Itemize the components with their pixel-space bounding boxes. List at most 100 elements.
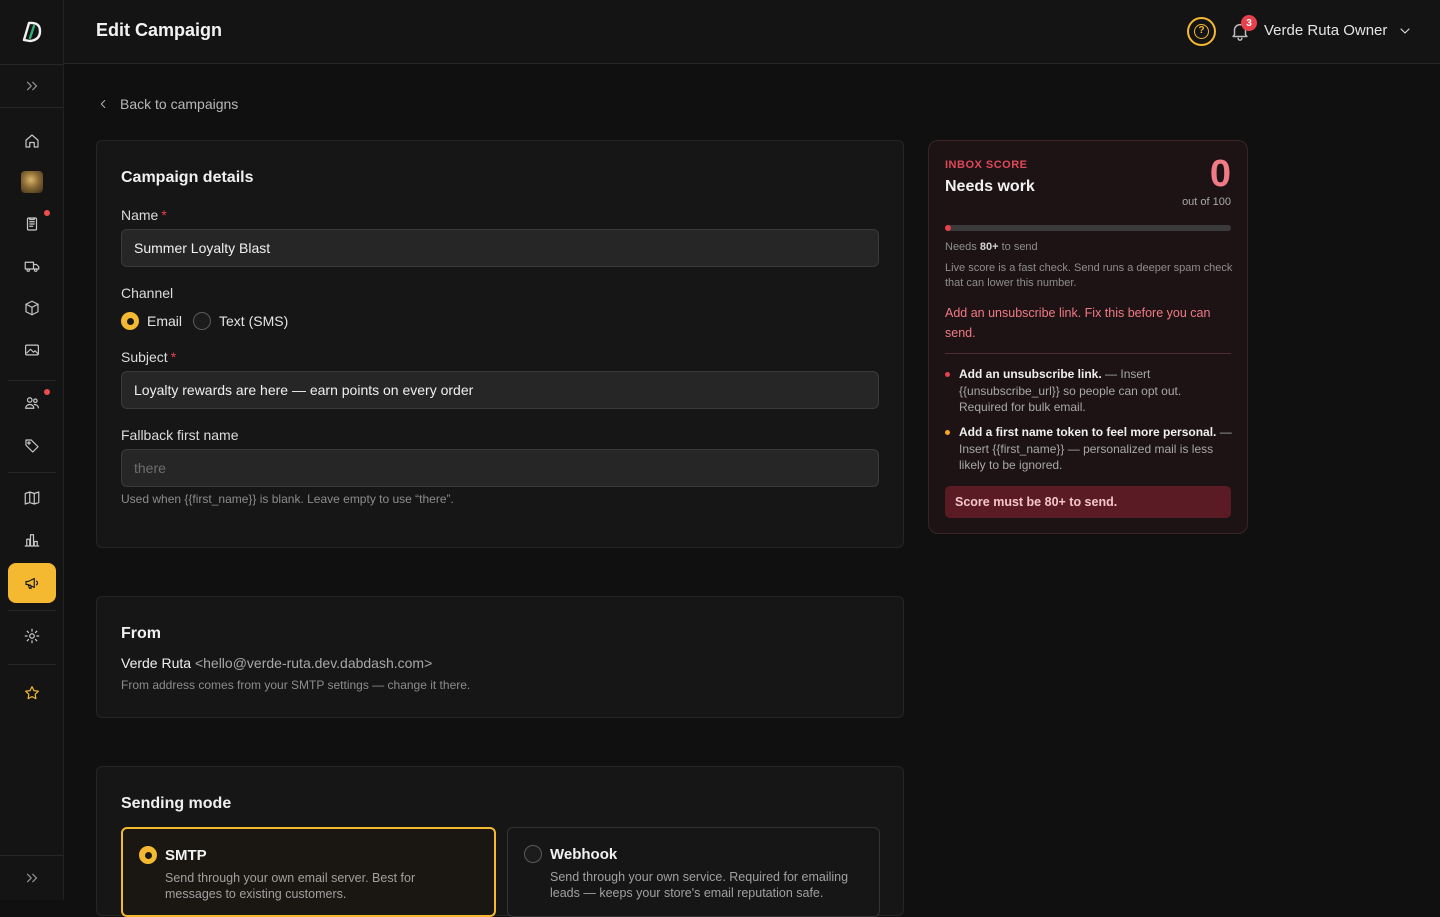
sending-mode-card: Sending mode SMTP Send through your own …	[96, 766, 904, 917]
user-menu[interactable]: Verde Ruta Owner	[1264, 22, 1413, 39]
sidebar-item-campaigns[interactable]	[8, 563, 56, 603]
top-bar: Edit Campaign ? 3 Verde Ruta Owner	[64, 0, 1440, 64]
name-label-text: Name	[121, 207, 159, 223]
score-divider	[945, 353, 1231, 354]
box-icon	[25, 300, 39, 316]
sidebar-item-discounts[interactable]	[8, 426, 56, 466]
book-icon	[24, 491, 40, 505]
user-name: Verde Ruta Owner	[1264, 22, 1388, 39]
name-label: Name *	[121, 207, 167, 223]
tip-bullet-red	[945, 372, 950, 377]
store-thumbnail	[21, 171, 43, 193]
tip-first-name-title: Add a first name token to feel more pers…	[959, 425, 1217, 439]
sidebar-item-orders[interactable]	[8, 204, 56, 244]
fallback-helper-text: Used when {{first_name}} is blank. Leave…	[121, 492, 454, 506]
sidebar-item-settings[interactable]	[8, 616, 56, 656]
smtp-option-title: SMTP	[165, 847, 207, 864]
threshold-value: 80+	[979, 241, 999, 253]
sidebar-item-favorites[interactable]	[8, 673, 56, 713]
channel-sms-label: Text (SMS)	[219, 313, 289, 329]
sidebar-item-guides[interactable]	[8, 478, 56, 518]
campaign-details-title: Campaign details	[121, 169, 254, 186]
sending-mode-webhook-option[interactable]: Webhook Send through your own service. R…	[507, 827, 880, 917]
home-icon	[25, 134, 39, 148]
page-title: Edit Campaign	[96, 20, 223, 40]
back-to-campaigns-link[interactable]: Back to campaigns	[96, 96, 238, 112]
notifications-button[interactable]: 3	[1229, 15, 1257, 44]
sender-name: Verde Ruta	[121, 655, 192, 671]
double-chevron-right-icon	[26, 81, 38, 91]
inbox-score-progress-fill	[945, 225, 951, 231]
tip-unsubscribe: Add an unsubscribe link. — Insert {{unsu…	[945, 366, 1233, 416]
customers-alert-dot	[44, 389, 50, 395]
sender-email: <hello@verde-ruta.dev.dabdash.com>	[194, 655, 433, 671]
subject-label-text: Subject	[121, 349, 168, 365]
sidebar-divider	[8, 610, 56, 611]
sidebar-item-analytics[interactable]	[8, 520, 56, 560]
from-address: Verde Ruta <hello@verde-ruta.dev.dabdash…	[121, 655, 432, 671]
subject-input[interactable]: Loyalty rewards are here — earn points o…	[121, 371, 879, 409]
subject-label: Subject *	[121, 349, 176, 365]
tip-bullet-amber	[945, 430, 950, 435]
analytics-icon	[24, 534, 40, 547]
from-card: From Verde Ruta <hello@verde-ruta.dev.da…	[96, 596, 904, 718]
brand-logo[interactable]	[0, 0, 64, 64]
star-icon	[25, 686, 39, 700]
radio-unselected-indicator	[524, 845, 542, 863]
sidebar-expand-button[interactable]	[0, 64, 64, 108]
threshold-prefix: Needs	[945, 241, 980, 253]
required-mark: *	[161, 207, 167, 223]
tip-first-name: Add a first name token to feel more pers…	[945, 424, 1233, 474]
tag-icon	[25, 439, 39, 453]
orders-icon	[26, 217, 38, 231]
channel-sms-radio[interactable]: Text (SMS)	[193, 312, 288, 330]
inbox-score-card: INBOX SCORE Needs work 0 out of 100 Need…	[928, 140, 1248, 534]
chevron-left-icon	[100, 100, 106, 108]
help-icon: ?	[1194, 24, 1209, 39]
channel-label: Channel	[121, 285, 174, 301]
smtp-option-description: Send through your own email server. Best…	[165, 871, 416, 901]
sidebar-item-customers[interactable]	[8, 383, 56, 423]
sidebar-item-home[interactable]	[8, 121, 56, 161]
double-chevron-right-icon	[26, 873, 38, 883]
sending-mode-smtp-option[interactable]: SMTP Send through your own email server.…	[121, 827, 496, 917]
sidebar-divider	[8, 664, 56, 665]
webhook-option-title: Webhook	[550, 846, 618, 863]
from-note: From address comes from your SMTP settin…	[121, 678, 471, 692]
sidebar-collapse-toggle[interactable]	[0, 855, 64, 900]
sidebar	[0, 0, 64, 900]
inbox-score-kicker: INBOX SCORE	[945, 159, 1028, 171]
delivery-truck-icon	[24, 261, 40, 272]
score-threshold: Needs 80+ to send	[945, 240, 1233, 255]
fallback-first-name-input[interactable]: there	[121, 449, 879, 487]
inbox-score-max: out of 100	[1182, 196, 1231, 208]
radio-selected-indicator	[121, 312, 139, 330]
webhook-option-description: Send through your own service. Required …	[550, 870, 849, 900]
radio-selected-indicator	[139, 846, 157, 864]
live-score-note: Live score is a fast check. Send runs a …	[945, 262, 1233, 289]
sidebar-item-products[interactable]	[8, 288, 56, 328]
channel-email-radio[interactable]: Email	[121, 312, 182, 330]
sidebar-divider	[8, 472, 56, 473]
channel-email-label: Email	[147, 313, 183, 329]
image-icon	[25, 344, 39, 356]
help-button[interactable]: ?	[1187, 17, 1216, 46]
tip-unsubscribe-title: Add an unsubscribe link.	[959, 367, 1102, 381]
sending-mode-title: Sending mode	[121, 795, 232, 812]
from-title: From	[121, 625, 161, 642]
inbox-score-value: 0	[1209, 153, 1231, 195]
sidebar-item-delivery[interactable]	[8, 246, 56, 286]
inbox-score-status: Needs work	[945, 178, 1035, 195]
chevron-down-icon	[1400, 27, 1410, 34]
sidebar-item-store[interactable]	[8, 162, 56, 202]
fallback-first-name-label: Fallback first name	[121, 427, 239, 443]
logo-icon	[22, 21, 42, 43]
orders-alert-dot	[44, 210, 50, 216]
name-input[interactable]: Summer Loyalty Blast	[121, 229, 879, 267]
sidebar-item-media[interactable]	[8, 330, 56, 370]
inbox-score-progress-bar	[945, 225, 1231, 231]
notification-count-badge: 3	[1241, 15, 1257, 31]
campaign-details-card: Campaign details Name * Summer Loyalty Bl…	[96, 140, 904, 548]
gear-icon	[24, 628, 40, 644]
back-link-label: Back to campaigns	[120, 96, 239, 112]
